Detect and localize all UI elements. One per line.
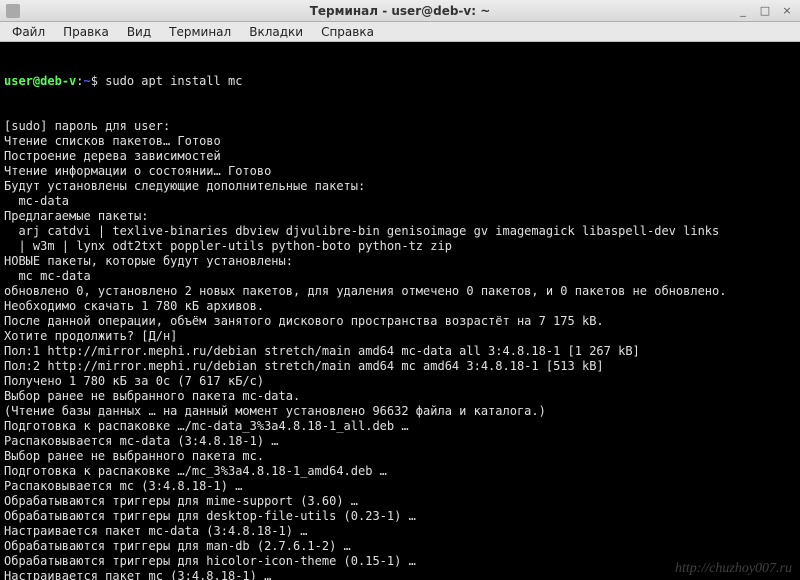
terminal-output-line: Настраивается пакет mc (3:4.8.18-1) … [4,569,796,580]
menu-tabs[interactable]: Вкладки [241,23,311,41]
prompt-command: sudo apt install mc [105,74,242,88]
terminal-output-line: Распаковывается mc-data (3:4.8.18-1) … [4,434,796,449]
terminal-output-line: Будут установлены следующие дополнительн… [4,179,796,194]
terminal-output-line: Выбор ранее не выбранного пакета mc. [4,449,796,464]
terminal-output-line: Обрабатываются триггеры для desktop-file… [4,509,796,524]
window-title: Терминал - user@deb-v: ~ [0,4,800,18]
terminal-output-line: После данной операции, объём занятого ди… [4,314,796,329]
prompt-user: user [4,74,33,88]
maximize-button[interactable]: □ [758,4,772,18]
terminal-output-line: | w3m | lynx odt2txt poppler-utils pytho… [4,239,796,254]
terminal-output: [sudo] пароль для user:Чтение списков па… [4,119,796,580]
terminal-output-line: НОВЫЕ пакеты, которые будут установлены: [4,254,796,269]
terminal-output-line: arj catdvi | texlive-binaries dbview djv… [4,224,796,239]
terminal-viewport[interactable]: user@deb-v:~$ sudo apt install mc [sudo]… [0,42,800,580]
terminal-output-line: Построение дерева зависимостей [4,149,796,164]
terminal-output-line: Выбор ранее не выбранного пакета mc-data… [4,389,796,404]
terminal-output-line: Распаковывается mc (3:4.8.18-1) … [4,479,796,494]
menu-terminal[interactable]: Терминал [161,23,239,41]
terminal-output-line: обновлено 0, установлено 2 новых пакетов… [4,284,796,299]
terminal-output-line: Хотите продолжить? [Д/н] [4,329,796,344]
menubar: Файл Правка Вид Терминал Вкладки Справка [0,22,800,42]
terminal-output-line: mc-data [4,194,796,209]
window-titlebar: Терминал - user@deb-v: ~ _ □ × [0,0,800,22]
terminal-output-line: [sudo] пароль для user: [4,119,796,134]
menu-view[interactable]: Вид [119,23,159,41]
terminal-output-line: Обрабатываются триггеры для mime-support… [4,494,796,509]
terminal-output-line: Получено 1 780 кБ за 0с (7 617 кБ/c) [4,374,796,389]
terminal-output-line: Подготовка к распаковке …/mc_3%3a4.8.18-… [4,464,796,479]
minimize-button[interactable]: _ [736,4,750,18]
prompt-path: ~ [84,74,91,88]
terminal-output-line: Обрабатываются триггеры для man-db (2.7.… [4,539,796,554]
terminal-output-line: Подготовка к распаковке …/mc-data_3%3a4.… [4,419,796,434]
terminal-output-line: mc mc-data [4,269,796,284]
terminal-app-icon [6,4,20,18]
terminal-output-line: Пол:2 http://mirror.mephi.ru/debian stre… [4,359,796,374]
terminal-output-line: Пол:1 http://mirror.mephi.ru/debian stre… [4,344,796,359]
menu-file[interactable]: Файл [4,23,53,41]
prompt-line: user@deb-v:~$ sudo apt install mc [4,74,796,89]
terminal-output-line: Необходимо скачать 1 780 кБ архивов. [4,299,796,314]
terminal-output-line: Настраивается пакет mc-data (3:4.8.18-1)… [4,524,796,539]
prompt-host: deb-v [40,74,76,88]
terminal-output-line: Обрабатываются триггеры для hicolor-icon… [4,554,796,569]
menu-help[interactable]: Справка [313,23,382,41]
terminal-output-line: (Чтение базы данных … на данный момент у… [4,404,796,419]
terminal-output-line: Предлагаемые пакеты: [4,209,796,224]
terminal-output-line: Чтение информации о состоянии… Готово [4,164,796,179]
menu-edit[interactable]: Правка [55,23,117,41]
window-controls: _ □ × [736,4,794,18]
close-button[interactable]: × [780,4,794,18]
terminal-output-line: Чтение списков пакетов… Готово [4,134,796,149]
